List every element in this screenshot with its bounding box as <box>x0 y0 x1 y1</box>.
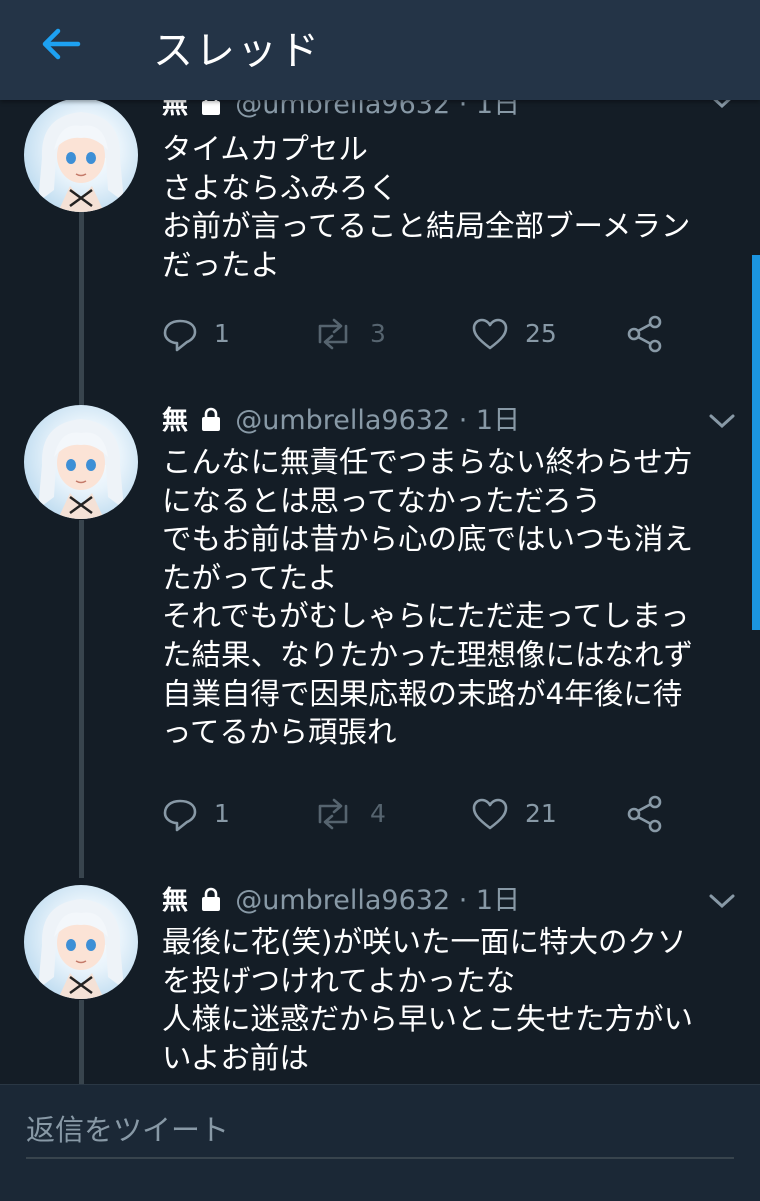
user-handle[interactable]: @umbrella9632 <box>235 100 450 120</box>
tweet-text-line: それでもがむしゃらにただ走ってしまっ <box>162 599 690 634</box>
tweet-text-line: 自業自得で因果応報の末路が4年後に待 <box>162 676 683 711</box>
reply-placeholder: 返信をツイート <box>26 1113 230 1147</box>
display-name[interactable]: 無 <box>162 406 188 436</box>
meta-separator: · <box>458 100 468 120</box>
avatar[interactable] <box>24 405 138 519</box>
avatar[interactable] <box>24 100 138 212</box>
reply-count: 1 <box>214 799 230 828</box>
reply-input[interactable]: 返信をツイート <box>26 1103 734 1159</box>
tweet-text-line: 人様に迷惑だから早いとこ失せた方がい <box>162 1002 694 1037</box>
thread-feed[interactable]: 無 @umbrella9632 · 1日 タイムカプセル さよならふみろく お前… <box>0 100 760 1084</box>
lock-icon <box>201 887 220 911</box>
tweet-text: 最後に花(笑)が咲いた一面に特大のクソ を投げつけれてよかったな 人様に迷惑だか… <box>162 923 742 1077</box>
chevron-down-icon[interactable] <box>707 890 737 912</box>
page-title: スレッド <box>153 28 321 74</box>
heart-icon[interactable] <box>470 312 510 356</box>
retweet-icon[interactable] <box>310 792 356 836</box>
tweet-header: 無 @umbrella9632 · 1日 <box>162 100 520 122</box>
avatar-image <box>38 899 124 999</box>
tweet-text-line: お前が言ってること結局全部ブーメラン <box>162 209 691 244</box>
reply-icon[interactable] <box>160 312 200 356</box>
retweet-count: 3 <box>370 319 386 348</box>
tweet-text-line: ってるから頑張れ <box>162 715 397 750</box>
tweet-header: 無 @umbrella9632 · 1日 <box>162 404 520 438</box>
tweet-text-line: タイムカプセル <box>162 132 368 166</box>
display-name[interactable]: 無 <box>162 100 188 120</box>
tweet-text: タイムカプセル さよならふみろく お前が言ってること結局全部ブーメラン だったよ <box>162 130 742 284</box>
chevron-down-icon[interactable] <box>707 100 737 112</box>
avatar[interactable] <box>24 885 138 999</box>
heart-icon[interactable] <box>470 792 510 836</box>
avatar-image <box>38 419 124 519</box>
tweet-actions: 1 3 25 <box>0 312 760 356</box>
tweet-text-line: でもお前は昔から心の底ではいつも消え <box>162 522 694 557</box>
tweet-text-line: いよお前は <box>162 1040 309 1075</box>
lock-icon <box>201 407 220 431</box>
timestamp[interactable]: 1日 <box>476 100 520 120</box>
thread-connector <box>79 1000 84 1084</box>
like-count: 25 <box>525 319 557 348</box>
user-handle[interactable]: @umbrella9632 <box>235 885 450 916</box>
tweet-text-line: たがってたよ <box>162 560 338 595</box>
chevron-down-icon[interactable] <box>707 410 737 432</box>
meta-separator: · <box>458 885 468 916</box>
top-bar: スレッド <box>0 0 760 100</box>
reply-icon[interactable] <box>160 792 200 836</box>
tweet-text-line: こんなに無責任でつまらない終わらせ方 <box>162 445 693 479</box>
retweet-count: 4 <box>370 799 386 828</box>
lock-icon <box>201 100 220 115</box>
timestamp[interactable]: 1日 <box>476 405 520 436</box>
tweet-text-line: になるとは思ってなかっただろう <box>162 483 602 518</box>
meta-separator: · <box>458 405 468 436</box>
tweet-header: 無 @umbrella9632 · 1日 <box>162 884 520 918</box>
scrollbar[interactable] <box>752 255 760 630</box>
tweet-text-line: を投げつけれてよかったな <box>162 963 516 998</box>
tweet-text-line: 最後に花(笑)が咲いた一面に特大のクソ <box>162 925 687 959</box>
tweet-text-line: さよならふみろく <box>162 170 399 205</box>
arrow-left-icon[interactable] <box>36 24 84 64</box>
user-handle[interactable]: @umbrella9632 <box>235 405 450 436</box>
tweet-text-line: だったよ <box>162 247 281 282</box>
avatar-image <box>38 112 124 212</box>
retweet-icon[interactable] <box>310 312 356 356</box>
timestamp[interactable]: 1日 <box>476 885 520 916</box>
reply-composer: 返信をツイート <box>0 1084 760 1201</box>
share-icon[interactable] <box>624 312 664 356</box>
tweet-text-line: た結果、なりたかった理想像にはなれず <box>162 637 694 672</box>
tweet-actions: 1 4 21 <box>0 792 760 836</box>
tweet-text: こんなに無責任でつまらない終わらせ方 になるとは思ってなかっただろう でもお前は… <box>162 443 742 752</box>
share-icon[interactable] <box>624 792 664 836</box>
reply-count: 1 <box>214 319 230 348</box>
display-name[interactable]: 無 <box>162 886 188 916</box>
like-count: 21 <box>525 799 557 828</box>
